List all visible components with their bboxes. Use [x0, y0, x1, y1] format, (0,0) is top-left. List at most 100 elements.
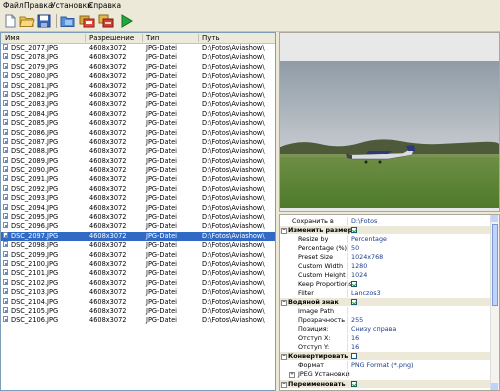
column-name[interactable]: Имя — [5, 34, 20, 42]
prop-resize-by[interactable]: Resize by Percentage — [280, 235, 490, 244]
prop-preset-size[interactable]: Preset Size 1024x768 — [280, 253, 490, 262]
prop-value[interactable]: 50 — [351, 244, 359, 252]
prop-save-in[interactable]: Сохранить в D:\Fotos — [280, 217, 490, 226]
menu-edit[interactable]: Правка — [24, 1, 53, 10]
table-row[interactable]: DSC_2102.JPG 4608x3072 JPG-Datei D:\Fotos\A… — [1, 278, 275, 288]
prop-separator — [347, 316, 348, 325]
prop-value[interactable]: 16 — [351, 343, 359, 351]
prop-custom-width[interactable]: Custom Width 1280 — [280, 262, 490, 271]
prop-jpeg-settings[interactable]: + JPEG Установки — [280, 370, 490, 379]
table-row[interactable]: DSC_2086.JPG 4608x3072 JPG-Datei D:\Fotos\A… — [1, 128, 275, 138]
collapse-icon[interactable]: − — [281, 381, 287, 388]
prop-offset-y[interactable]: Отступ Y: 16 — [280, 343, 490, 352]
keep-proportions-checkbox[interactable] — [351, 281, 357, 287]
table-row[interactable]: DSC_2088.JPG 4608x3072 JPG-Datei D:\Fotos\A… — [1, 147, 275, 156]
prop-value[interactable]: 1280 — [351, 262, 367, 270]
collapse-icon[interactable]: − — [281, 299, 287, 306]
table-row[interactable]: DSC_2096.JPG 4608x3072 JPG-Datei D:\Fotos\A… — [1, 222, 275, 231]
table-row[interactable]: DSC_2101.JPG 4608x3072 JPG-Datei D:\Fotos\A… — [1, 269, 275, 278]
table-row[interactable]: DSC_2079.JPG 4608x3072 JPG-Datei D:\Fotos\A… — [1, 62, 275, 72]
run-icon[interactable] — [118, 13, 134, 29]
prop-value[interactable]: Снизу справа — [351, 325, 396, 333]
prop-value[interactable]: PNG Format (*.png) — [351, 361, 414, 369]
prop-position[interactable]: Позиция: Снизу справа — [280, 325, 490, 334]
table-row[interactable]: DSC_2094.JPG 4608x3072 JPG-Datei D:\Fotos\A… — [1, 203, 275, 213]
prop-filter[interactable]: Filter Lanczos3 — [280, 289, 490, 298]
table-row[interactable]: DSC_2093.JPG 4608x3072 JPG-Datei D:\Fotos\A… — [1, 194, 275, 203]
prop-value[interactable]: Percentage — [351, 235, 387, 243]
prop-image-path[interactable]: Image Path — [280, 307, 490, 316]
table-row[interactable]: DSC_2080.JPG 4608x3072 JPG-Datei D:\Fotos\A… — [1, 72, 275, 81]
prop-keep-proportions[interactable]: Keep Proportions — [280, 280, 490, 289]
batch-icon[interactable] — [98, 13, 114, 29]
prop-transparency[interactable]: Прозрачность 255 — [280, 316, 490, 325]
scroll-up-icon[interactable] — [491, 215, 498, 222]
column-divider[interactable] — [198, 34, 199, 42]
table-row[interactable]: DSC_2077.JPG 4608x3072 JPG-Datei D:\Fotos\A… — [1, 44, 275, 53]
table-row[interactable]: DSC_2104.JPG 4608x3072 JPG-Datei D:\Fotos\A… — [1, 297, 275, 307]
table-row[interactable]: DSC_2082.JPG 4608x3072 JPG-Datei D:\Fotos\A… — [1, 90, 275, 100]
table-row[interactable]: DSC_2084.JPG 4608x3072 JPG-Datei D:\Fotos\A… — [1, 109, 275, 119]
scroll-thumb[interactable] — [491, 224, 498, 306]
table-row[interactable]: DSC_2091.JPG 4608x3072 JPG-Datei D:\Fotos\A… — [1, 175, 275, 184]
open-folder-icon[interactable] — [19, 13, 35, 29]
prop-value[interactable]: 1024 — [351, 271, 367, 279]
watermark-checkbox[interactable] — [351, 299, 357, 305]
column-resolution[interactable]: Разрешение — [89, 34, 134, 42]
table-row[interactable]: DSC_2097.JPG 4608x3072 JPG-Datei D:\Fotos\A… — [1, 231, 275, 242]
table-row[interactable]: DSC_2090.JPG 4608x3072 JPG-Datei D:\Fotos\A… — [1, 166, 275, 175]
expand-icon[interactable]: + — [289, 371, 295, 378]
category-resize[interactable]: − Изменить размер — [280, 226, 490, 235]
convert-checkbox[interactable] — [351, 353, 357, 359]
column-divider[interactable] — [85, 34, 86, 42]
table-row[interactable]: DSC_2092.JPG 4608x3072 JPG-Datei D:\Fotos\A… — [1, 184, 275, 194]
table-row[interactable]: DSC_2078.JPG 4608x3072 JPG-Datei D:\Fotos\A… — [1, 53, 275, 62]
menu-file[interactable]: Файл — [3, 1, 24, 10]
new-icon[interactable] — [2, 13, 18, 29]
column-path[interactable]: Путь — [202, 34, 220, 42]
table-row[interactable]: DSC_2087.JPG 4608x3072 JPG-Datei D:\Fotos\A… — [1, 137, 275, 147]
file-list[interactable]: Имя Разрешение Тип Путь DSC_2077.JPG 4608… — [0, 32, 276, 391]
table-row[interactable]: DSC_2105.JPG 4608x3072 JPG-Datei D:\Fotos\A… — [1, 306, 275, 316]
save-icon[interactable] — [36, 13, 52, 29]
menu-help[interactable]: Справка — [88, 1, 121, 10]
cell-type: JPG-Datei — [146, 100, 178, 109]
table-row[interactable]: DSC_2098.JPG 4608x3072 JPG-Datei D:\Fotos\A… — [1, 241, 275, 250]
cell-type: JPG-Datei — [146, 222, 178, 231]
scroll-down-icon[interactable] — [491, 383, 498, 390]
cell-resolution: 4608x3072 — [89, 269, 127, 278]
column-type[interactable]: Тип — [146, 34, 159, 42]
prop-percentage[interactable]: Percentage (%) 50 — [280, 244, 490, 253]
table-row[interactable]: DSC_2081.JPG 4608x3072 JPG-Datei D:\Fotos\A… — [1, 81, 275, 91]
prop-format[interactable]: Формат PNG Format (*.png) — [280, 361, 490, 370]
properties-scrollbar[interactable] — [490, 215, 499, 390]
category-rename[interactable]: − Переименовать — [280, 380, 490, 389]
collapse-icon[interactable]: − — [281, 227, 287, 234]
table-row[interactable]: DSC_2089.JPG 4608x3072 JPG-Datei D:\Fotos\A… — [1, 156, 275, 166]
cell-type: JPG-Datei — [146, 278, 178, 287]
export-icon[interactable] — [79, 13, 95, 29]
table-row[interactable]: DSC_2103.JPG 4608x3072 JPG-Datei D:\Fotos\A… — [1, 288, 275, 297]
prop-value[interactable]: Lanczos3 — [351, 289, 381, 297]
table-row[interactable]: DSC_2083.JPG 4608x3072 JPG-Datei D:\Fotos\A… — [1, 100, 275, 109]
category-convert[interactable]: − Конвертировать — [280, 352, 490, 361]
table-row[interactable]: DSC_2099.JPG 4608x3072 JPG-Datei D:\Fotos\A… — [1, 250, 275, 260]
column-divider[interactable] — [142, 34, 143, 42]
prop-value[interactable]: D:\Fotos — [351, 217, 377, 225]
prop-value[interactable]: 255 — [351, 316, 363, 324]
collapse-icon[interactable]: − — [281, 353, 287, 360]
resize-checkbox[interactable] — [351, 227, 357, 233]
prop-custom-height[interactable]: Custom Height 1024 — [280, 271, 490, 280]
table-row[interactable]: DSC_2100.JPG 4608x3072 JPG-Datei D:\Fotos\A… — [1, 259, 275, 269]
rename-checkbox[interactable] — [351, 381, 357, 387]
prop-value[interactable]: 1024x768 — [351, 253, 383, 261]
category-watermark[interactable]: − Водяной знак — [280, 298, 490, 307]
menu-settings[interactable]: Установки — [51, 1, 92, 10]
table-row[interactable]: DSC_2106.JPG 4608x3072 JPG-Datei D:\Fotos\A… — [1, 316, 275, 325]
prop-value[interactable]: 16 — [351, 334, 359, 342]
table-row[interactable]: DSC_2085.JPG 4608x3072 JPG-Datei D:\Fotos\A… — [1, 119, 275, 128]
table-row[interactable]: DSC_2095.JPG 4608x3072 JPG-Datei D:\Fotos\A… — [1, 213, 275, 222]
prop-offset-x[interactable]: Отступ X: 16 — [280, 334, 490, 343]
add-folder-icon[interactable] — [60, 13, 76, 29]
cell-name: DSC_2105.JPG — [11, 306, 59, 315]
